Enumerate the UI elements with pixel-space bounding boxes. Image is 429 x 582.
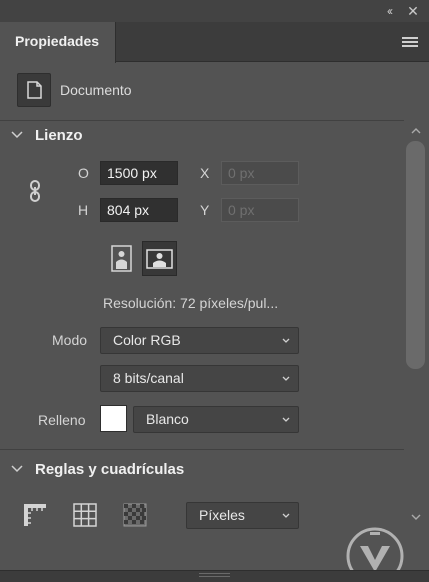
section-title-lienzo: Lienzo (35, 127, 83, 144)
color-mode-select[interactable]: Color RGB (100, 327, 299, 354)
chevron-down-icon (282, 338, 290, 343)
panel-top-bar: ‹‹ ✕ (0, 0, 429, 22)
x-field[interactable]: 0 px (221, 161, 299, 185)
landscape-orientation-button[interactable] (142, 241, 177, 276)
bit-depth-value: 8 bits/canal (113, 370, 184, 386)
fill-value: Blanco (146, 411, 189, 427)
units-select[interactable]: Píxeles (186, 502, 299, 529)
close-panel-icon[interactable]: ✕ (404, 2, 422, 20)
document-icon (27, 81, 42, 99)
resolution-text: Resolución: 72 píxeles/pul... (103, 295, 279, 311)
portrait-icon (111, 245, 132, 272)
document-label: Documento (60, 82, 132, 98)
x-label: X (200, 165, 210, 181)
scrollbar-thumb[interactable] (406, 141, 425, 369)
bit-depth-select[interactable]: 8 bits/canal (100, 365, 299, 392)
tab-label: Propiedades (15, 33, 100, 49)
divider (0, 120, 404, 121)
tab-bar: Propiedades (0, 22, 429, 63)
chevron-down-icon (282, 417, 290, 422)
portrait-orientation-button[interactable] (104, 241, 139, 276)
chevron-down-icon (282, 513, 290, 518)
chevron-down-icon (282, 376, 290, 381)
collapse-panel-icon[interactable]: ‹‹ (380, 2, 398, 20)
landscape-icon (146, 249, 173, 269)
units-value: Píxeles (199, 507, 245, 523)
tab-propiedades[interactable]: Propiedades (0, 22, 116, 63)
fill-label: Relleno (38, 412, 86, 428)
y-field[interactable]: 0 px (221, 198, 299, 222)
scroll-up-icon[interactable] (410, 126, 422, 136)
width-label: O (78, 165, 89, 181)
pixel-grid-icon[interactable] (122, 502, 148, 528)
divider (0, 449, 404, 450)
width-field[interactable]: 1500 px (100, 161, 178, 185)
color-mode-value: Color RGB (113, 332, 181, 348)
section-title-rulers: Reglas y cuadrículas (35, 461, 185, 478)
chevron-down-icon[interactable] (10, 462, 24, 476)
mode-label: Modo (52, 332, 88, 348)
panel-menu-icon[interactable] (402, 37, 418, 49)
fill-color-swatch[interactable] (100, 405, 127, 432)
fill-select[interactable]: Blanco (133, 406, 299, 433)
height-field[interactable]: 804 px (100, 198, 178, 222)
resize-grip[interactable] (199, 573, 230, 577)
rulers-icon[interactable] (22, 502, 48, 528)
height-label: H (78, 202, 89, 218)
chevron-down-icon[interactable] (10, 128, 24, 142)
link-dimensions-icon[interactable] (28, 180, 42, 202)
document-icon-button[interactable] (17, 73, 51, 107)
grid-icon[interactable] (72, 502, 98, 528)
y-label: Y (200, 202, 210, 218)
